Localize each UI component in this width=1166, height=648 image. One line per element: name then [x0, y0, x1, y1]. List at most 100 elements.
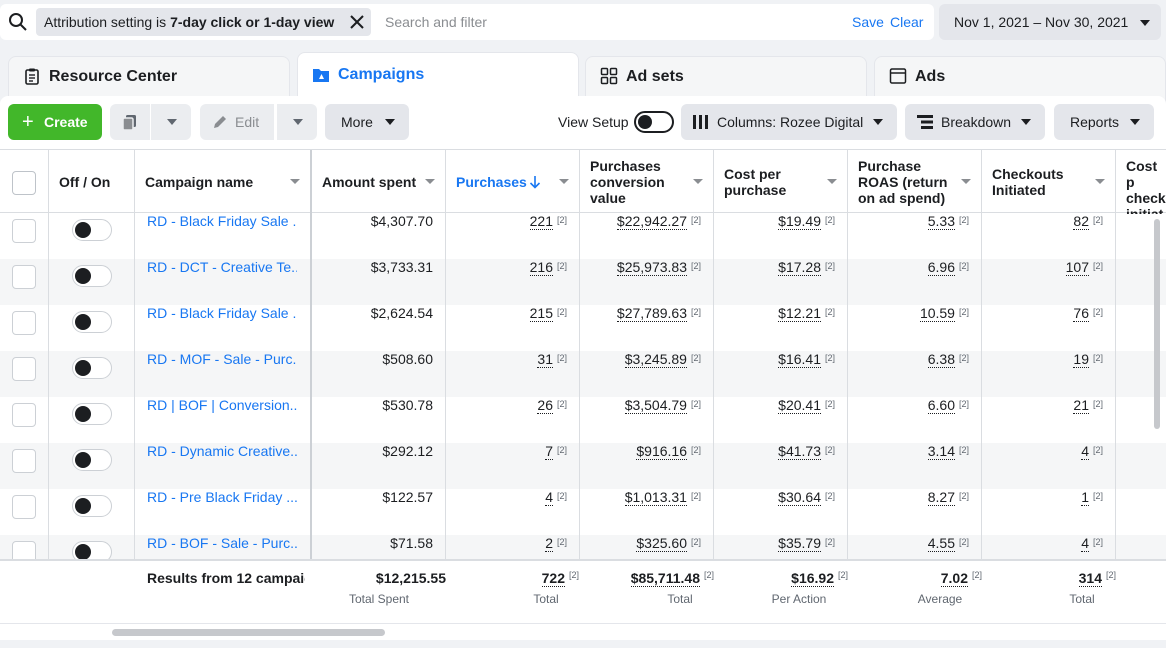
row-checkbox[interactable] [12, 311, 36, 335]
cell-value[interactable]: $12.21 [778, 305, 821, 322]
cell-value[interactable]: $27,789.63 [616, 305, 687, 322]
cell-value[interactable]: $17.28 [778, 259, 821, 276]
table-row[interactable]: RD - Dynamic Creative... $292.12 7 [2] $916.… [0, 443, 1166, 489]
campaign-name-link[interactable]: RD - DCT - Creative Te... [147, 259, 297, 275]
column-cost-per-purchase[interactable]: Cost per purchase [714, 150, 848, 214]
table-row[interactable]: RD - Pre Black Friday ... $122.57 4 [2] $1,0… [0, 489, 1166, 535]
column-cost-per-checkout[interactable]: Cost p check initiat [1116, 150, 1166, 214]
attribution-filter-chip[interactable]: Attribution setting is 7-day click or 1-… [36, 8, 343, 36]
cell-value[interactable]: 216 [529, 259, 553, 276]
row-checkbox[interactable] [12, 403, 36, 427]
total-value[interactable]: $85,711.48 [630, 570, 700, 587]
edit-dropdown-button[interactable] [277, 104, 317, 140]
cell-value[interactable]: 4 [545, 489, 553, 506]
cell-value[interactable]: $3,504.79 [624, 397, 687, 414]
cell-value[interactable]: 26 [537, 397, 553, 414]
campaign-on-off-toggle[interactable] [72, 357, 112, 379]
cell-value[interactable]: $3,245.89 [624, 351, 687, 368]
row-checkbox[interactable] [12, 541, 36, 559]
column-amount-spent[interactable]: Amount spent [312, 150, 446, 214]
duplicate-button[interactable] [110, 104, 150, 140]
select-all-checkbox[interactable] [12, 171, 36, 195]
cell-value[interactable]: $41.73 [778, 443, 821, 460]
row-checkbox[interactable] [12, 219, 36, 243]
horizontal-scrollbar[interactable] [112, 629, 385, 636]
row-checkbox[interactable] [12, 357, 36, 381]
cell-value[interactable]: 3.14 [927, 443, 955, 460]
column-campaign-name[interactable]: Campaign name [135, 150, 312, 214]
cell-value[interactable]: 1 [1081, 489, 1089, 506]
campaign-on-off-toggle[interactable] [72, 495, 112, 517]
cell-value[interactable]: $1,013.31 [624, 489, 687, 506]
cell-value[interactable]: $916.16 [636, 443, 687, 460]
reports-button[interactable]: Reports [1054, 104, 1154, 140]
cell-value[interactable]: 7 [545, 443, 553, 460]
row-checkbox[interactable] [12, 265, 36, 289]
cell-value[interactable]: $20.41 [778, 397, 821, 414]
table-row[interactable]: RD - Black Friday Sale ... $4,307.70 221 [2… [0, 213, 1166, 259]
column-checkouts-initiated[interactable]: Checkouts Initiated [982, 150, 1116, 214]
table-row[interactable]: RD - BOF - Sale - Purc... $71.58 2 [2] $325.… [0, 535, 1166, 559]
total-value[interactable]: 722 [541, 570, 565, 587]
column-purchases[interactable]: Purchases [446, 150, 580, 214]
remove-filter-button[interactable] [343, 8, 371, 36]
campaign-on-off-toggle[interactable] [72, 541, 112, 559]
campaign-on-off-toggle[interactable] [72, 311, 112, 333]
duplicate-dropdown-button[interactable] [151, 104, 191, 140]
total-value[interactable]: 314 [1078, 570, 1102, 587]
table-row[interactable]: RD - MOF - Sale - Purc... $508.60 31 [2] $3,… [0, 351, 1166, 397]
total-value[interactable]: 7.02 [940, 570, 968, 587]
cell-value[interactable]: $25,973.83 [616, 259, 687, 276]
campaign-on-off-toggle[interactable] [72, 219, 112, 241]
campaign-name-link[interactable]: RD - Black Friday Sale ... [147, 305, 297, 321]
cell-value[interactable]: $16.41 [778, 351, 821, 368]
campaign-on-off-toggle[interactable] [72, 449, 112, 471]
view-setup-toggle[interactable] [634, 111, 674, 133]
table-row[interactable]: RD - Black Friday Sale ... $2,624.54 215 [2… [0, 305, 1166, 351]
cell-value[interactable]: $325.60 [636, 535, 687, 552]
cell-value[interactable]: 4 [1081, 535, 1089, 552]
total-value[interactable]: $16.92 [791, 570, 834, 587]
cell-value[interactable]: $22,942.27 [616, 213, 687, 230]
clear-filter-link[interactable]: Clear [890, 4, 923, 40]
campaign-name-link[interactable]: RD - BOF - Sale - Purc... [147, 535, 297, 551]
cell-value[interactable]: 82 [1073, 213, 1089, 230]
campaign-on-off-toggle[interactable] [72, 403, 112, 425]
search-input[interactable]: Search and filter [385, 4, 487, 40]
cell-value[interactable]: 76 [1073, 305, 1089, 322]
campaign-name-link[interactable]: RD | BOF | Conversion... [147, 397, 297, 413]
cell-value[interactable]: 21 [1073, 397, 1089, 414]
campaign-name-link[interactable]: RD - Pre Black Friday ... [147, 489, 297, 505]
column-off-on[interactable]: Off / On [49, 150, 135, 214]
column-purchase-roas[interactable]: Purchase ROAS (return on ad spend) [848, 150, 982, 214]
cell-value[interactable]: 4.55 [927, 535, 955, 552]
cell-value[interactable]: 4 [1081, 443, 1089, 460]
table-row[interactable]: RD - DCT - Creative Te... $3,733.31 216 [2]… [0, 259, 1166, 305]
table-row[interactable]: RD | BOF | Conversion... $530.78 26 [2] $3,5… [0, 397, 1166, 443]
row-checkbox[interactable] [12, 495, 36, 519]
campaign-name-link[interactable]: RD - MOF - Sale - Purc... [147, 351, 297, 367]
filter-box[interactable]: Attribution setting is 7-day click or 1-… [0, 4, 934, 40]
cell-value[interactable]: 6.60 [927, 397, 955, 414]
cell-value[interactable]: 107 [1065, 259, 1089, 276]
campaign-name-link[interactable]: RD - Dynamic Creative... [147, 443, 297, 459]
column-purchases-conversion-value[interactable]: Purchases conversion value [580, 150, 714, 214]
cell-value[interactable]: $19.49 [778, 213, 821, 230]
cell-value[interactable]: 221 [529, 213, 553, 230]
cell-value[interactable]: $30.64 [778, 489, 821, 506]
save-filter-link[interactable]: Save [852, 4, 884, 40]
cell-value[interactable]: 10.59 [919, 305, 955, 322]
more-button[interactable]: More [325, 104, 409, 140]
campaign-name-link[interactable]: RD - Black Friday Sale ... [147, 213, 297, 229]
cell-value[interactable]: 215 [529, 305, 553, 322]
cell-value[interactable]: $35.79 [778, 535, 821, 552]
cell-value[interactable]: 5.33 [927, 213, 955, 230]
edit-button[interactable]: Edit [200, 104, 274, 140]
cell-value[interactable]: 6.38 [927, 351, 955, 368]
cell-value[interactable]: 31 [537, 351, 553, 368]
vertical-scrollbar[interactable] [1154, 219, 1160, 429]
row-checkbox[interactable] [12, 449, 36, 473]
columns-button[interactable]: Columns: Rozee Digital [681, 104, 897, 140]
cell-value[interactable]: 2 [545, 535, 553, 552]
cell-value[interactable]: 6.96 [927, 259, 955, 276]
